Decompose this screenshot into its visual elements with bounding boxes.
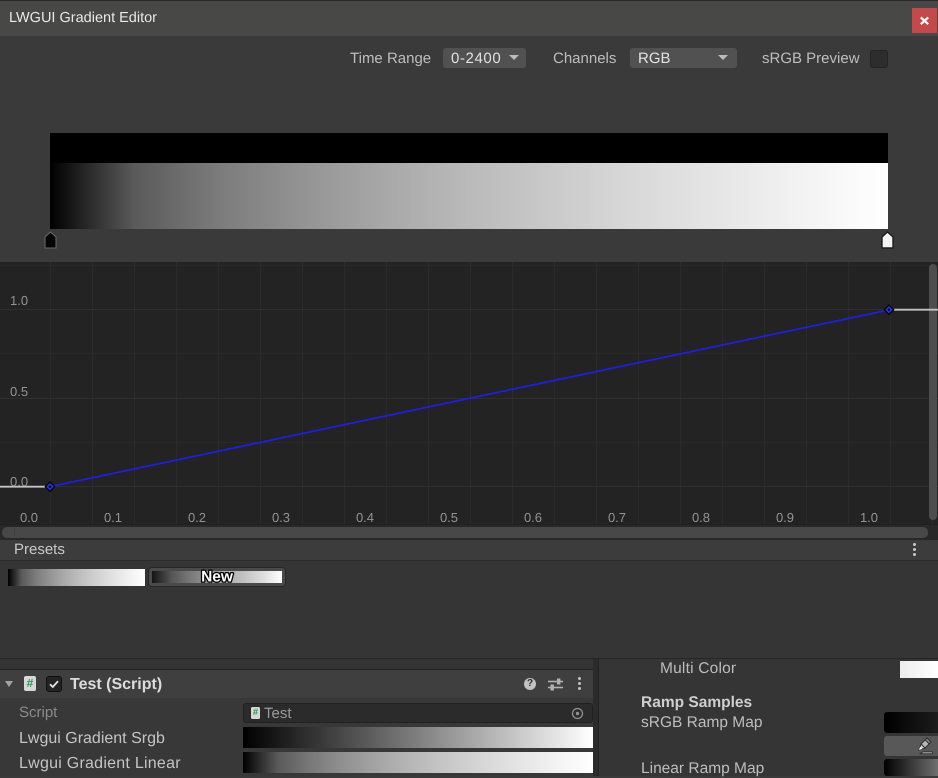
- svg-text:New: New: [201, 569, 234, 586]
